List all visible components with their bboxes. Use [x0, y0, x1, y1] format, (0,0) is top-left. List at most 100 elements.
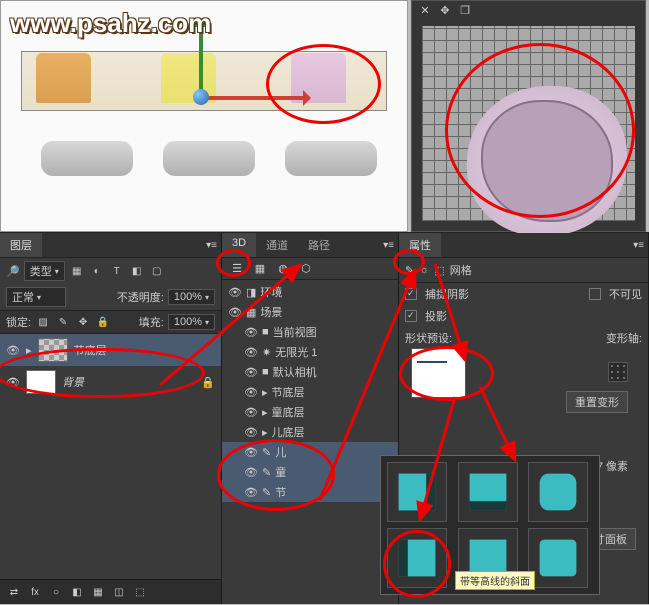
panel-menu-icon[interactable]: ▾≡	[206, 240, 217, 251]
tab-paths[interactable]: 路径	[298, 233, 340, 257]
tree-item-tong[interactable]: 👁✎童	[222, 462, 398, 482]
item-label: 儿底层	[272, 424, 305, 440]
layer-item-2[interactable]: 👁 背景 🔒	[0, 366, 221, 398]
item-label: 节底层	[272, 384, 305, 400]
visibility-icon[interactable]: 👁	[6, 376, 20, 389]
tab-properties[interactable]: 属性	[399, 233, 441, 257]
fill-value[interactable]: 100%	[168, 314, 215, 330]
lock-label: 锁定:	[6, 314, 31, 330]
filter-pixel-icon[interactable]: ▦	[69, 263, 85, 279]
cast-shadow-label: 投影	[425, 308, 447, 324]
preset-tile-3[interactable]	[528, 462, 588, 522]
tree-layer-2[interactable]: 👁▸童底层	[222, 402, 398, 422]
layers-panel: 图层 ▾≡ 🔎 类型 ▦ ◐ T ◧ ▢ 正常 不透明度: 100% 锁定: ▨…	[0, 233, 222, 604]
filter-smart-icon[interactable]: ▢	[149, 263, 165, 279]
item-label: 环境	[260, 284, 282, 300]
layer-thumb[interactable]	[26, 370, 56, 394]
shape-preset-label: 形状预设:	[405, 330, 452, 346]
lock-paint-icon[interactable]: ✎	[55, 314, 71, 330]
filter-shape-icon[interactable]: ◧	[129, 263, 145, 279]
group-icon[interactable]: ▦	[90, 584, 106, 600]
preset-tile-6[interactable]	[528, 528, 588, 588]
layer-name[interactable]: 背景	[62, 374, 84, 390]
tree-layer-1[interactable]: 👁▸节底层	[222, 382, 398, 402]
axis-origin[interactable]	[193, 89, 209, 105]
panel-menu-icon[interactable]: ▾≡	[633, 240, 644, 251]
close-icon[interactable]: ✕	[418, 4, 432, 17]
cast-shadow-row: 投影	[399, 305, 648, 327]
shape-preset-popup: 带等高线的斜面	[380, 455, 600, 595]
preview-shape[interactable]	[467, 86, 627, 236]
blend-mode-select[interactable]: 正常	[6, 287, 66, 307]
tab-channels[interactable]: 通道	[256, 233, 298, 257]
preset-tile-4[interactable]	[387, 528, 447, 588]
visibility-icon[interactable]: 👁	[6, 344, 20, 357]
filter-material-icon[interactable]: ◍	[274, 262, 292, 275]
layer-item-1[interactable]: 👁 ▸ 节底层	[0, 334, 221, 366]
cast-shadow-checkbox[interactable]	[405, 310, 417, 322]
preset-tile-1[interactable]	[387, 462, 447, 522]
opacity-label: 不透明度:	[117, 289, 164, 305]
coord-props-icon[interactable]: 网格	[450, 262, 472, 278]
layer-thumb[interactable]	[38, 338, 68, 362]
tree-item-jie[interactable]: 👁✎节	[222, 482, 398, 502]
reset-deform-button[interactable]: 重置变形	[566, 391, 628, 413]
tree-current-view[interactable]: 👁■当前视图	[222, 322, 398, 342]
tree-infinite-light[interactable]: 👁✷无限光 1	[222, 342, 398, 362]
shape-preset-picker[interactable]	[411, 348, 466, 398]
secondary-viewport[interactable]: ✕ ✥ ❐	[411, 0, 646, 232]
preset-tile-2[interactable]	[458, 462, 518, 522]
blob-1[interactable]	[41, 141, 133, 176]
filter-adjust-icon[interactable]: ◐	[89, 263, 105, 279]
three-d-panel: 3D 通道 路径 ▾≡ ☰ ▦ ◍ ⬡ 👁◨环境 👁▦场景 👁■当前视图 👁✷无…	[222, 233, 399, 604]
link-icon[interactable]: ⇄	[6, 584, 22, 600]
adjust-icon[interactable]: ◧	[69, 584, 85, 600]
light-icon: ✷	[262, 346, 271, 359]
tree-environment[interactable]: 👁◨环境	[222, 282, 398, 302]
tab-3d[interactable]: 3D	[222, 233, 256, 257]
item-label: 场景	[260, 304, 282, 320]
mask-icon[interactable]: ○	[48, 584, 64, 600]
filter-light-icon[interactable]: ⬡	[297, 262, 315, 275]
search-icon[interactable]: 🔎	[6, 265, 20, 278]
filter-scene-icon[interactable]: ☰	[228, 262, 246, 275]
axis-x[interactable]	[199, 96, 309, 100]
item-label: 当前视图	[273, 324, 317, 340]
layer-name[interactable]: 节底层	[74, 342, 107, 358]
deform-axis-label: 变形轴:	[606, 330, 642, 346]
move-icon[interactable]: ✥	[438, 4, 452, 17]
lock-icon[interactable]: 🔒	[201, 376, 215, 389]
lock-trans-icon[interactable]: ▨	[35, 314, 51, 330]
filter-kind-select[interactable]: 类型	[24, 261, 65, 281]
opacity-value[interactable]: 100%	[168, 289, 215, 305]
tree-layer-3[interactable]: 👁▸儿底层	[222, 422, 398, 442]
new-layer-icon[interactable]: ◫	[111, 584, 127, 600]
trash-icon[interactable]: ⬚	[132, 584, 148, 600]
filter-type-icon[interactable]: T	[109, 263, 125, 279]
mini-toolbar: ✕ ✥ ❐	[412, 1, 645, 19]
fx-icon[interactable]: fx	[27, 584, 43, 600]
lock-all-icon[interactable]: 🔒	[95, 314, 111, 330]
mesh-icon: ✎	[262, 446, 271, 459]
tree-default-camera[interactable]: 👁■默认相机	[222, 362, 398, 382]
blob-2[interactable]	[163, 141, 255, 176]
bounds-icon[interactable]: ❐	[458, 4, 472, 17]
mesh-props-icon[interactable]: ✎	[405, 264, 414, 277]
catch-shadow-checkbox[interactable]	[405, 288, 417, 300]
deform-props-icon[interactable]: ☼	[419, 264, 429, 276]
panel-menu-icon[interactable]: ▾≡	[383, 240, 394, 251]
preset-shape-graphic	[417, 361, 447, 363]
tree-scene[interactable]: 👁▦场景	[222, 302, 398, 322]
object-orange[interactable]	[36, 53, 91, 103]
invisible-checkbox[interactable]	[589, 288, 601, 300]
filter-mesh-icon[interactable]: ▦	[251, 262, 269, 275]
item-label: 儿	[275, 444, 286, 460]
camera-icon: ■	[262, 366, 269, 378]
cap-props-icon[interactable]: ⬚	[434, 264, 444, 277]
tab-layers[interactable]: 图层	[0, 233, 42, 257]
blob-3[interactable]	[285, 141, 377, 176]
lock-pos-icon[interactable]: ✥	[75, 314, 91, 330]
disclosure-icon[interactable]: ▸	[26, 344, 32, 357]
deform-axis-grid[interactable]	[608, 362, 628, 382]
tree-item-er[interactable]: 👁✎儿	[222, 442, 398, 462]
